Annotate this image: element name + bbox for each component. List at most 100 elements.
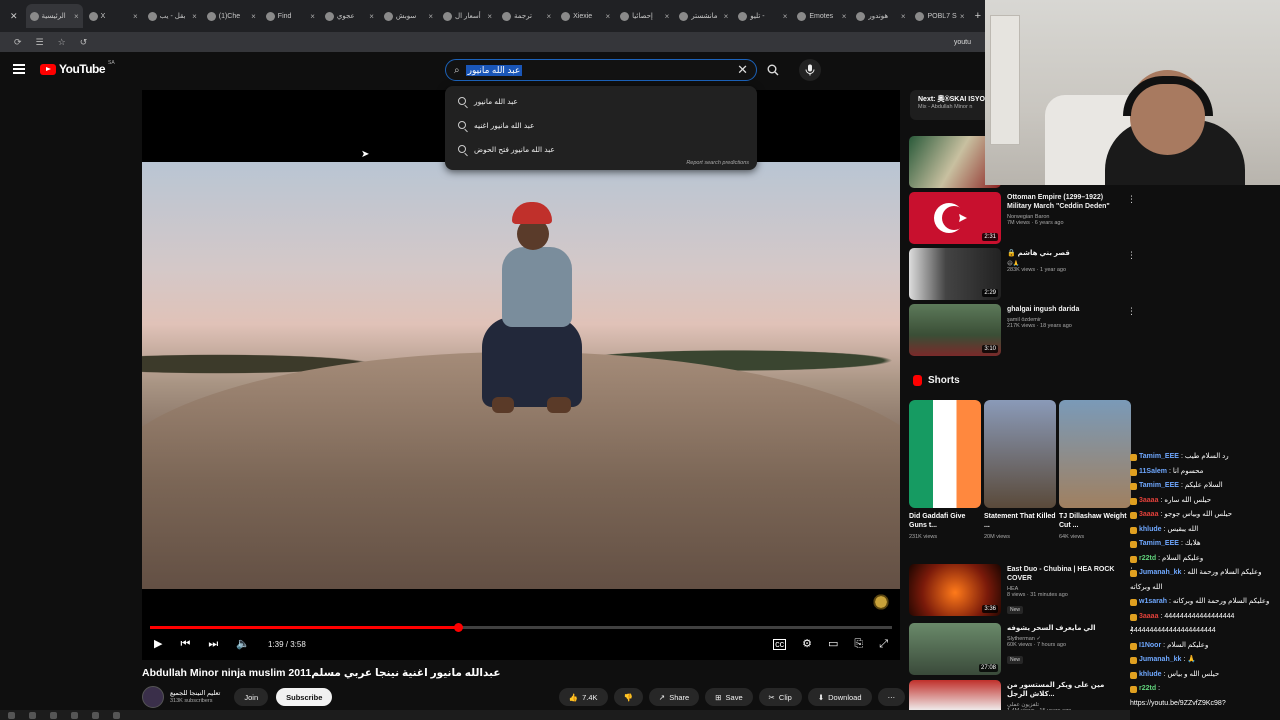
close-tab-icon[interactable]: ×: [901, 12, 906, 21]
close-tab-icon[interactable]: ×: [546, 12, 551, 21]
close-tab-icon[interactable]: ×: [74, 12, 79, 21]
taskbar-app-icon[interactable]: [113, 711, 120, 719]
taskbar-app-icon[interactable]: [71, 711, 78, 719]
progress-bar[interactable]: [150, 623, 892, 632]
close-tab-icon[interactable]: ×: [487, 12, 492, 21]
short-thumbnail[interactable]: [984, 400, 1056, 508]
video-player[interactable]: ▶ ⏮ ⏭ 🔈 1:39 / 3:58 cc ⚙ ▭ ⎘ ⤢: [142, 90, 900, 660]
next-icon[interactable]: ⏭: [208, 638, 218, 650]
browser-tab[interactable]: إحصائيا ×: [616, 4, 673, 28]
taskbar-app-icon[interactable]: [50, 711, 57, 719]
progress-scrubber[interactable]: [453, 623, 463, 632]
browser-tab[interactable]: ترجمة ×: [498, 4, 555, 28]
close-tab-icon[interactable]: ×: [369, 12, 374, 21]
close-tab-icon[interactable]: ×: [133, 12, 138, 21]
short-info[interactable]: TJ Dillashaw Weight Cut ... 64K views: [1059, 513, 1131, 540]
more-actions-button[interactable]: ⋯: [877, 688, 905, 706]
browser-tab[interactable]: (1)Che ×: [203, 4, 260, 28]
short-info[interactable]: Did Gaddafi Give Guns t... 231K views: [909, 513, 981, 540]
close-window-icon[interactable]: ✕: [4, 11, 24, 22]
settings-icon[interactable]: ⚙: [802, 638, 812, 650]
browser-tab[interactable]: POBL7 S ×: [911, 4, 968, 28]
browser-tab[interactable]: أسعار ال ×: [439, 4, 496, 28]
browser-tab[interactable]: هوندور ×: [852, 4, 909, 28]
close-tab-icon[interactable]: ×: [428, 12, 433, 21]
browser-tab[interactable]: بقل - يب ×: [144, 4, 201, 28]
fullscreen-icon[interactable]: ⤢: [879, 638, 888, 650]
volume-icon[interactable]: 🔈: [236, 638, 250, 650]
chat-username[interactable]: Jumanah_kk: [1139, 566, 1181, 581]
short-info[interactable]: Statement That Killed ... 20M views: [984, 513, 1056, 540]
more-options-icon[interactable]: ⋮: [1127, 306, 1135, 317]
close-tab-icon[interactable]: ×: [842, 12, 847, 21]
share-button[interactable]: ↗ Share: [648, 688, 700, 706]
more-options-icon[interactable]: ⋮: [1127, 250, 1135, 261]
chat-username[interactable]: I1Noor: [1139, 639, 1161, 654]
short-thumbnail[interactable]: [1059, 400, 1131, 508]
chat-username[interactable]: khlude: [1139, 523, 1162, 538]
channel-watermark[interactable]: [872, 593, 890, 611]
new-tab-icon[interactable]: +: [971, 10, 985, 22]
recommended-video[interactable]: 2:29 🔒 قصر بني هاشم 😄🙏 283K views · 1 ye…: [909, 248, 1135, 300]
history-icon[interactable]: ↺: [80, 37, 88, 48]
suggestion-item[interactable]: عبد الله مانيور فتح الحوض: [445, 137, 757, 161]
report-predictions-link[interactable]: Report search predictions: [686, 160, 749, 166]
menu-icon[interactable]: [13, 64, 25, 74]
close-tab-icon[interactable]: ×: [192, 12, 197, 21]
close-tab-icon[interactable]: ×: [251, 12, 256, 21]
browser-tab[interactable]: Xiexie ×: [557, 4, 614, 28]
browser-tab[interactable]: X ×: [85, 4, 142, 28]
like-button[interactable]: 👍 7.4K: [558, 688, 608, 706]
subscribe-button[interactable]: Subscribe: [276, 688, 333, 706]
browser-tab[interactable]: Emotes ×: [793, 4, 850, 28]
save-button[interactable]: ⊞ Save: [705, 688, 753, 706]
close-tab-icon[interactable]: ×: [724, 12, 729, 21]
url-bar[interactable]: youtu: [954, 39, 971, 46]
close-tab-icon[interactable]: ×: [665, 12, 670, 21]
short-thumbnail[interactable]: [909, 400, 981, 508]
download-button[interactable]: ⬇ Download: [807, 688, 872, 706]
clear-search-icon[interactable]: ✕: [737, 62, 748, 78]
chat-username[interactable]: w1sarah: [1139, 595, 1167, 610]
cast-icon[interactable]: ⎘: [854, 638, 863, 650]
up-next-card[interactable]: Next: 奥®SKAI ISYO Mix - Abdullah Minor n: [910, 90, 990, 120]
recommended-video[interactable]: 3:10 ghalgai ingush darida şamil özdemir…: [909, 304, 1135, 356]
clip-button[interactable]: ✂ Clip: [758, 688, 802, 706]
chat-username[interactable]: Tamim_EEE: [1139, 537, 1179, 552]
suggestion-item[interactable]: عبد الله مانيور: [445, 89, 757, 113]
play-icon[interactable]: ▶: [154, 638, 162, 650]
extensions-icon[interactable]: ☰: [36, 37, 44, 48]
start-icon[interactable]: [8, 711, 15, 719]
miniplayer-icon[interactable]: ▭: [828, 638, 838, 650]
previous-icon[interactable]: ⏮: [180, 638, 190, 650]
youtube-logo[interactable]: YouTube SA: [40, 60, 115, 76]
chat-username[interactable]: r22td: [1139, 682, 1156, 697]
browser-tab[interactable]: تليو - ×: [734, 4, 791, 28]
refresh-icon[interactable]: ⟳: [14, 37, 22, 48]
recommended-video[interactable]: 2:31 Ottoman Empire (1299–1922) Military…: [909, 192, 1135, 244]
dislike-button[interactable]: 👎: [613, 688, 643, 706]
browser-tab[interactable]: عجوي ×: [321, 4, 378, 28]
search-button[interactable]: [762, 59, 784, 81]
chat-username[interactable]: 3aaaa: [1139, 508, 1158, 523]
chat-username[interactable]: 11Salem: [1139, 465, 1167, 480]
suggestion-item[interactable]: عبد الله مانيور اغنيه: [445, 113, 757, 137]
chat-username[interactable]: r22td: [1139, 552, 1156, 567]
chat-username[interactable]: 3aaaa: [1139, 610, 1158, 625]
close-tab-icon[interactable]: ×: [606, 12, 611, 21]
recommended-video[interactable]: 27:08 الي مايعرف السحر يشوفه Slytherman …: [909, 623, 1135, 675]
voice-search-button[interactable]: [799, 59, 821, 81]
browser-tab[interactable]: سوبش ×: [380, 4, 437, 28]
browser-tab[interactable]: الرئيسية ×: [25, 4, 83, 28]
chat-username[interactable]: Jumanah_kk: [1139, 653, 1181, 668]
chat-username[interactable]: khlude: [1139, 668, 1162, 683]
channel-name[interactable]: تعليم النينجا للجميع: [170, 690, 220, 697]
browser-tab[interactable]: Find ×: [262, 4, 319, 28]
close-tab-icon[interactable]: ×: [960, 12, 965, 21]
more-options-icon[interactable]: ⋮: [1127, 194, 1135, 205]
close-tab-icon[interactable]: ×: [783, 12, 788, 21]
channel-avatar[interactable]: [142, 686, 164, 708]
chat-username[interactable]: 3aaaa: [1139, 494, 1158, 509]
browser-tab[interactable]: مانشستر ×: [675, 4, 732, 28]
chat-username[interactable]: Tamim_EEE: [1139, 450, 1179, 465]
